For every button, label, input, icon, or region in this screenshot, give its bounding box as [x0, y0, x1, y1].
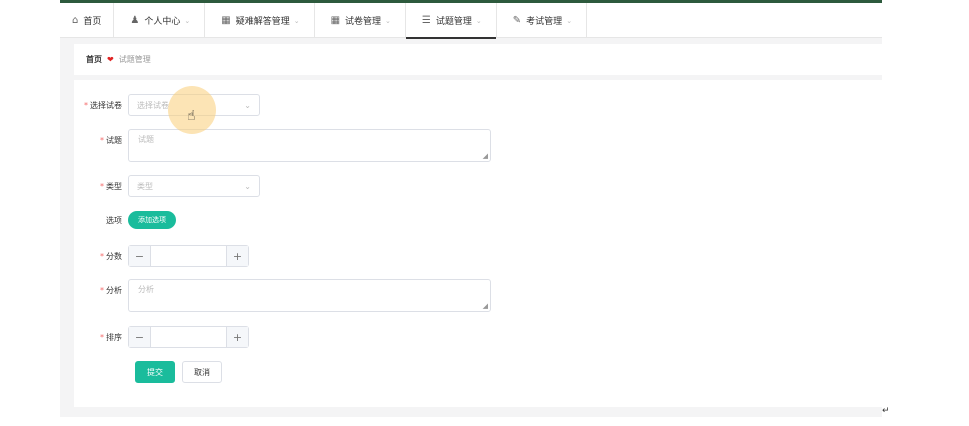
sort-row: * 排序 − +	[74, 326, 249, 348]
nav-item-profile[interactable]: ♟ 个人中心 ⌄	[114, 3, 206, 38]
heart-icon: ❤	[107, 55, 114, 64]
textarea-placeholder: 试题	[138, 135, 154, 144]
required-mark: *	[100, 251, 104, 261]
sort-label: * 排序	[74, 332, 128, 343]
nav-item-label: 个人中心	[144, 17, 181, 27]
required-mark: *	[100, 286, 104, 295]
breadcrumb-home[interactable]: 首页	[86, 54, 102, 65]
select-placeholder: 类型	[137, 181, 153, 191]
submit-button[interactable]: 提交	[135, 361, 175, 383]
nav-item-exams[interactable]: ✎ 考试管理 ⌄	[497, 3, 588, 38]
list-icon: ☰	[421, 15, 431, 26]
select-placeholder: 选择试卷	[137, 100, 169, 110]
decrement-button[interactable]: −	[129, 327, 151, 347]
type-label: * 类型	[74, 181, 128, 192]
label-text: 排序	[106, 332, 122, 342]
score-label: * 分数	[74, 251, 128, 262]
breadcrumb-current: 试题管理	[118, 55, 151, 64]
nav-item-label: 试卷管理	[345, 17, 382, 27]
score-input[interactable]	[151, 246, 226, 266]
question-textarea[interactable]: 试题 ◢	[128, 129, 491, 162]
analysis-row: * 分析 分析 ◢	[74, 279, 491, 312]
sort-stepper: − +	[128, 326, 249, 348]
question-label: * 试题	[74, 129, 128, 146]
cancel-button[interactable]: 取消	[182, 361, 222, 383]
label-text: 选择试卷	[90, 100, 122, 110]
label-text: 试题	[106, 136, 122, 145]
question-row: * 试题 试题 ◢	[74, 129, 491, 162]
nav-item-label: 首页	[83, 17, 102, 27]
home-icon: ⌂	[72, 15, 79, 26]
resize-handle-icon[interactable]: ◢	[483, 302, 488, 310]
label-text: 分数	[106, 251, 122, 261]
required-mark: *	[100, 136, 104, 145]
label-text: 类型	[106, 181, 122, 191]
paper-label: * 选择试卷	[74, 100, 128, 111]
score-row: * 分数 − +	[74, 245, 249, 267]
score-stepper: − +	[128, 245, 249, 267]
chevron-down-icon: ⌄	[475, 16, 482, 25]
chevron-down-icon: ⌄	[184, 16, 191, 25]
decrement-button[interactable]: −	[129, 246, 151, 266]
nav-item-label: 考试管理	[526, 17, 563, 27]
analysis-textarea[interactable]: 分析 ◢	[128, 279, 491, 312]
sort-input[interactable]	[151, 327, 226, 347]
increment-button[interactable]: +	[226, 327, 248, 347]
type-select[interactable]: 类型 ⌄	[128, 175, 260, 197]
increment-button[interactable]: +	[226, 246, 248, 266]
nav-item-home[interactable]: ⌂ 首页	[60, 3, 115, 38]
nav-item-label: 试题管理	[435, 17, 472, 27]
chevron-down-icon: ⌄	[244, 181, 251, 191]
return-mark-icon: ↵	[882, 406, 890, 416]
nav-item-qa[interactable]: ▦ 疑难解答管理 ⌄	[205, 3, 315, 38]
nav-item-questions[interactable]: ☰ 试题管理 ⌄	[405, 3, 497, 39]
chevron-down-icon: ⌄	[385, 16, 391, 25]
exam-icon: ✎	[512, 15, 522, 26]
required-mark: *	[84, 100, 88, 110]
type-row: * 类型 类型 ⌄	[74, 175, 260, 197]
options-row: 选项 添加选项	[74, 211, 176, 229]
chevron-down-icon: ⌄	[566, 16, 573, 25]
nav-item-papers[interactable]: ▦ 试卷管理 ⌄	[315, 3, 406, 38]
add-option-button[interactable]: 添加选项	[128, 211, 176, 229]
label-text: 分析	[106, 286, 122, 295]
top-nav: ⌂ 首页 ♟ 个人中心 ⌄ ▦ 疑难解答管理 ⌄ ▦ 试卷管理 ⌄ ☰ 试题管理…	[60, 3, 882, 39]
resize-handle-icon[interactable]: ◢	[483, 152, 488, 160]
analysis-label: * 分析	[74, 279, 128, 296]
required-mark: *	[100, 332, 104, 342]
nav-item-label: 疑难解答管理	[235, 17, 290, 27]
required-mark: *	[100, 181, 104, 191]
chevron-down-icon: ⌄	[293, 16, 300, 25]
user-icon: ♟	[130, 15, 140, 26]
paper-row: * 选择试卷 选择试卷 ⌄	[74, 94, 260, 116]
qa-icon: ▦	[221, 15, 231, 26]
pointer-hand-icon: ☝	[187, 108, 196, 124]
chevron-down-icon: ⌄	[244, 100, 251, 110]
breadcrumb: 首页 ❤ 试题管理	[74, 44, 882, 75]
grid-icon: ▦	[330, 15, 341, 26]
action-row: 提交 取消	[135, 361, 222, 383]
textarea-placeholder: 分析	[138, 285, 154, 294]
options-label: 选项	[106, 215, 122, 225]
